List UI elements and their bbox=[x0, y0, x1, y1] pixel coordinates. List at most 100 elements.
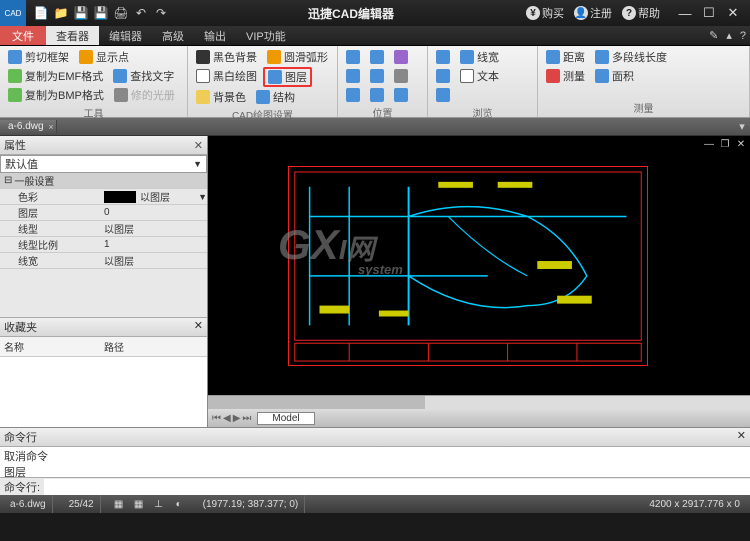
prop-row-ltscale[interactable]: 线型比例1 bbox=[0, 237, 207, 253]
close-button[interactable]: ✕ bbox=[724, 4, 742, 22]
black-bg-button[interactable]: 黑色背景 bbox=[192, 48, 261, 66]
command-input-row: 命令行: bbox=[0, 477, 750, 495]
bg-color-button[interactable]: 背景色 bbox=[192, 88, 250, 106]
tab-viewer[interactable]: 查看器 bbox=[46, 26, 99, 45]
pan-icon[interactable] bbox=[390, 67, 412, 85]
polar-toggle-icon[interactable]: ◐ bbox=[171, 497, 187, 511]
copy-bmp-button[interactable]: 复制为BMP格式 bbox=[4, 86, 108, 104]
view2-icon[interactable] bbox=[366, 86, 388, 104]
print-icon[interactable]: 🖨 bbox=[112, 4, 130, 22]
ortho-toggle-icon[interactable]: ⊥ bbox=[151, 497, 167, 511]
area-button[interactable]: 面积 bbox=[591, 67, 638, 85]
group-label-cad: CAD绘图设置 bbox=[192, 106, 333, 122]
tab-overflow-icon[interactable]: ▾ bbox=[734, 119, 750, 135]
polyline-len-button[interactable]: 多段线长度 bbox=[591, 48, 671, 66]
tab-prev-icon[interactable]: ◀ bbox=[223, 413, 231, 424]
layout3-icon[interactable] bbox=[432, 86, 454, 104]
canvas-close-icon[interactable]: ✕ bbox=[734, 138, 748, 150]
grid-toggle-icon[interactable]: ▦ bbox=[131, 497, 147, 511]
properties-close-icon[interactable]: ✕ bbox=[194, 139, 203, 152]
view3-icon[interactable] bbox=[390, 86, 412, 104]
find-text-button[interactable]: 查找文字 bbox=[109, 67, 178, 85]
titlebar: CAD 📄 📁 💾 💾 🖨 ↶ ↷ 迅捷CAD编辑器 ¥购买 👤注册 ?帮助 —… bbox=[0, 0, 750, 26]
distance-button[interactable]: 距离 bbox=[542, 48, 589, 66]
command-header: 命令行 ✕ bbox=[0, 428, 750, 447]
zoom-window-icon[interactable] bbox=[366, 48, 388, 66]
close-tab-icon[interactable]: × bbox=[48, 122, 53, 132]
left-panel: 属性 ✕ 默认值▼ ⊟一般设置 色彩以图层▼ 图层0 线型以图层 线型比例1 线… bbox=[0, 136, 208, 427]
command-panel: 命令行 ✕ 取消命令 图层 命令行: bbox=[0, 427, 750, 495]
repair-cd-button[interactable]: 修的光册 bbox=[110, 86, 179, 104]
layout2-icon[interactable] bbox=[432, 67, 454, 85]
register-button[interactable]: 👤注册 bbox=[574, 5, 612, 21]
command-close-icon[interactable]: ✕ bbox=[737, 429, 746, 445]
buy-button[interactable]: ¥购买 bbox=[526, 5, 564, 21]
text-button[interactable]: 文本 bbox=[456, 67, 503, 85]
tab-editor[interactable]: 编辑器 bbox=[99, 26, 152, 45]
fav-col-name[interactable]: 名称 bbox=[4, 339, 104, 354]
tab-vip[interactable]: VIP功能 bbox=[236, 26, 296, 45]
measure-button[interactable]: 测量 bbox=[542, 67, 589, 85]
drawing-canvas[interactable]: — ❐ ✕ bbox=[208, 136, 750, 395]
open-icon[interactable]: 📁 bbox=[52, 4, 70, 22]
layout1-icon[interactable] bbox=[432, 48, 454, 66]
fav-col-path[interactable]: 路径 bbox=[104, 339, 124, 354]
saveall-icon[interactable]: 💾 bbox=[92, 4, 110, 22]
maximize-button[interactable]: ☐ bbox=[700, 4, 718, 22]
ribbon-group-position: 位置 bbox=[338, 46, 428, 117]
canvas-minimize-icon[interactable]: — bbox=[702, 138, 716, 150]
show-point-button[interactable]: 显示点 bbox=[75, 48, 133, 66]
view1-icon[interactable] bbox=[342, 86, 364, 104]
tab-advanced[interactable]: 高级 bbox=[152, 26, 194, 45]
status-file: a-6.dwg bbox=[4, 495, 53, 513]
canvas-hscrollbar[interactable] bbox=[208, 395, 750, 409]
properties-default-combo[interactable]: 默认值▼ bbox=[0, 155, 207, 173]
undo-icon[interactable]: ↶ bbox=[132, 4, 150, 22]
prop-row-lineweight[interactable]: 线宽以图层 bbox=[0, 253, 207, 269]
prop-row-color[interactable]: 色彩以图层▼ bbox=[0, 189, 207, 205]
group-label-tools: 工具 bbox=[4, 104, 183, 120]
layer-button[interactable]: 图层 bbox=[263, 67, 312, 87]
new-icon[interactable]: 📄 bbox=[32, 4, 50, 22]
tab-output[interactable]: 输出 bbox=[194, 26, 236, 45]
zoom-prev-icon[interactable] bbox=[390, 48, 412, 66]
prop-row-layer[interactable]: 图层0 bbox=[0, 205, 207, 221]
ribbon-group-browse: 线宽 文本 浏览 bbox=[428, 46, 538, 117]
zoom-in-icon[interactable] bbox=[342, 67, 364, 85]
app-title: 迅捷CAD编辑器 bbox=[176, 5, 526, 22]
minimize-button[interactable]: — bbox=[676, 4, 694, 22]
tab-next-icon[interactable]: ▶ bbox=[233, 413, 241, 424]
status-coords: (1977.19; 387.377; 0) bbox=[197, 495, 306, 513]
help-button[interactable]: ?帮助 bbox=[622, 5, 660, 21]
command-input[interactable] bbox=[44, 479, 750, 495]
prop-row-linetype[interactable]: 线型以图层 bbox=[0, 221, 207, 237]
model-tab[interactable]: Model bbox=[257, 412, 314, 425]
favorites-close-icon[interactable]: ✕ bbox=[194, 319, 203, 335]
quick-access-toolbar: 📄 📁 💾 💾 🖨 ↶ ↷ bbox=[26, 4, 176, 22]
ribbon-help-icon[interactable]: ? bbox=[736, 26, 750, 45]
ribbon-group-cad: 黑色背景 圆滑弧形 黑白绘图 图层 背景色 结构 CAD绘图设置 bbox=[188, 46, 338, 117]
command-prompt: 命令行: bbox=[0, 479, 44, 495]
main-area: 属性 ✕ 默认值▼ ⊟一般设置 色彩以图层▼ 图层0 线型以图层 线型比例1 线… bbox=[0, 136, 750, 427]
document-tabs: a-6.dwg× ▾ bbox=[0, 118, 750, 136]
zoom-out-icon[interactable] bbox=[366, 67, 388, 85]
tab-last-icon[interactable]: ⏭ bbox=[242, 413, 251, 424]
canvas-restore-icon[interactable]: ❐ bbox=[718, 138, 732, 150]
ribbon-minimize-icon[interactable]: ▴ bbox=[722, 26, 736, 45]
prop-section-general[interactable]: ⊟一般设置 bbox=[0, 173, 207, 189]
structure-button[interactable]: 结构 bbox=[252, 88, 299, 106]
redo-icon[interactable]: ↷ bbox=[152, 4, 170, 22]
smooth-arc-button[interactable]: 圆滑弧形 bbox=[263, 48, 332, 66]
copy-emf-button[interactable]: 复制为EMF格式 bbox=[4, 67, 107, 85]
zoom-extents-icon[interactable] bbox=[342, 48, 364, 66]
line-width-button[interactable]: 线宽 bbox=[456, 48, 503, 66]
document-tab[interactable]: a-6.dwg× bbox=[0, 120, 57, 133]
tab-file[interactable]: 文件 bbox=[0, 26, 46, 45]
favorites-columns: 名称 路径 bbox=[0, 337, 207, 357]
ribbon-customize-icon[interactable]: ✎ bbox=[705, 26, 722, 45]
clip-frame-button[interactable]: 剪切框架 bbox=[4, 48, 73, 66]
bw-draw-button[interactable]: 黑白绘图 bbox=[192, 67, 261, 85]
snap-toggle-icon[interactable]: ▦ bbox=[111, 497, 127, 511]
tab-first-icon[interactable]: ⏮ bbox=[212, 413, 221, 424]
save-icon[interactable]: 💾 bbox=[72, 4, 90, 22]
